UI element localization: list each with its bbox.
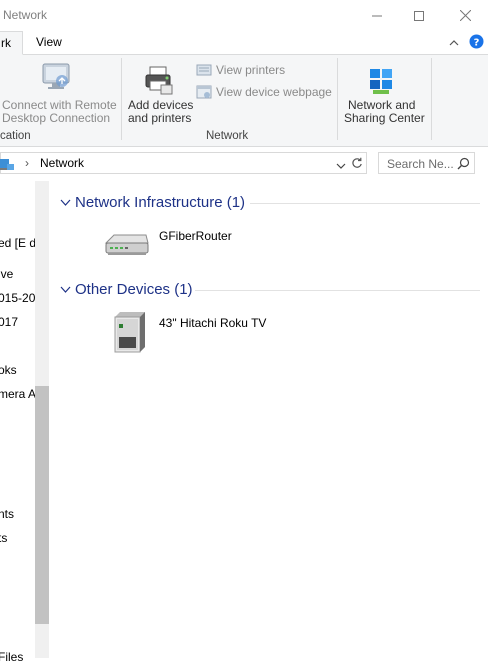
search-placeholder: Search Ne...	[387, 157, 454, 171]
add-devices-button[interactable]: Add devices and printers	[125, 57, 193, 127]
close-icon	[459, 10, 471, 21]
refresh-icon	[352, 157, 362, 168]
chevron-down-icon	[336, 163, 346, 169]
chevron-down-icon	[60, 199, 71, 206]
nav-item[interactable]: Files	[0, 650, 23, 664]
minimize-icon	[372, 15, 382, 16]
ribbon: Connect with Remote Desktop Connection c…	[0, 55, 488, 147]
device-item[interactable]: 43" Hitachi Roku TV	[102, 311, 302, 355]
nav-item[interactable]: nts	[0, 507, 14, 521]
group-divider	[195, 290, 480, 291]
network-location-icon	[0, 159, 14, 170]
address-dropdown-button[interactable]	[336, 159, 346, 173]
view-printers-label: View printers	[216, 63, 286, 77]
window-title: Network	[3, 8, 48, 22]
address-bar-row: › Network Search Ne...	[0, 147, 488, 181]
media-device-icon	[111, 311, 149, 358]
remote-desktop-label-2: Desktop Connection	[2, 111, 111, 125]
svg-text:?: ?	[474, 38, 480, 49]
device-item[interactable]: GFiberRouter	[102, 225, 262, 261]
maximize-icon	[414, 10, 424, 21]
device-name: 43" Hitachi Roku TV	[159, 316, 267, 330]
chevron-down-icon	[60, 286, 71, 293]
group-label-location: cation	[0, 130, 31, 142]
view-printers-icon	[196, 64, 212, 76]
chevron-up-icon	[449, 40, 459, 46]
maximize-button[interactable]	[396, 0, 442, 31]
group-divider	[250, 203, 480, 204]
nav-item[interactable]: ive	[0, 267, 13, 281]
webpage-icon	[196, 85, 212, 99]
router-icon	[102, 229, 150, 262]
printer-icon	[144, 65, 174, 98]
view-printers-button[interactable]: View printers	[196, 62, 296, 78]
view-device-webpage-label: View device webpage	[216, 85, 332, 99]
content-pane: Network Infrastructure (1) GFiberRouter …	[50, 181, 488, 658]
help-button[interactable]: ?	[469, 34, 484, 52]
network-center-icon	[368, 67, 396, 98]
title-bar: Network	[0, 0, 488, 31]
group-label-network: Network	[206, 130, 249, 142]
tab-view[interactable]: View	[36, 31, 62, 55]
minimize-button[interactable]	[354, 0, 400, 31]
view-device-webpage-button[interactable]: View device webpage	[196, 84, 332, 100]
breadcrumb-network[interactable]: Network	[40, 156, 84, 170]
ribbon-separator	[121, 58, 122, 140]
nav-scrollbar-thumb[interactable]	[35, 386, 49, 624]
address-bar[interactable]: › Network	[0, 152, 349, 174]
breadcrumb-chevron-icon: ›	[25, 156, 29, 170]
remote-desktop-icon	[40, 61, 72, 96]
network-sharing-center-button[interactable]: Network and Sharing Center	[342, 57, 428, 127]
group-header: Network Infrastructure (1)	[75, 194, 246, 211]
help-icon: ?	[469, 34, 484, 49]
search-icon	[457, 157, 470, 170]
network-center-label-2: Sharing Center	[344, 111, 425, 125]
remote-desktop-button[interactable]: Connect with Remote Desktop Connection	[0, 57, 118, 127]
nav-item[interactable]: ts	[0, 531, 7, 545]
refresh-button[interactable]	[348, 152, 367, 174]
tab-network[interactable]: rk	[0, 31, 23, 55]
add-devices-label-2: and printers	[128, 111, 192, 125]
ribbon-separator	[337, 58, 338, 140]
nav-item[interactable]: mera A	[0, 387, 36, 401]
nav-item[interactable]: 017	[0, 315, 18, 329]
ribbon-tab-strip: rk View ?	[0, 31, 488, 55]
group-other-devices[interactable]: Other Devices (1)	[60, 281, 480, 301]
group-header: Other Devices (1)	[75, 281, 193, 298]
collapse-ribbon-button[interactable]	[449, 37, 459, 51]
nav-item[interactable]: oks	[0, 363, 17, 377]
search-box[interactable]: Search Ne...	[378, 152, 475, 174]
device-name: GFiberRouter	[159, 229, 232, 243]
ribbon-separator	[431, 58, 432, 140]
group-network-infrastructure[interactable]: Network Infrastructure (1)	[60, 194, 480, 214]
nav-item[interactable]: ed [E d	[0, 236, 36, 250]
close-button[interactable]	[442, 0, 488, 31]
